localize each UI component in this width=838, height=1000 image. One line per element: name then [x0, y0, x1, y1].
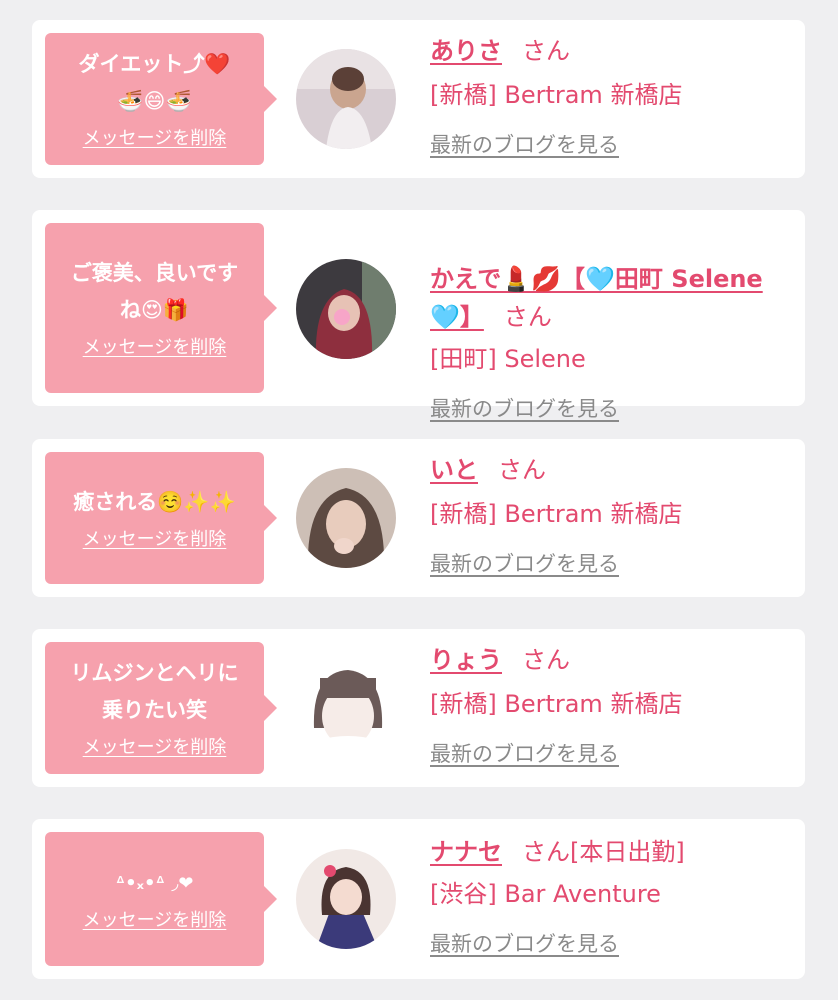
latest-blog-link[interactable]: 最新のブログを見る	[430, 392, 619, 426]
shop-name: [新橋] Bertram 新橋店	[430, 690, 683, 718]
message-card: リムジンとヘリに 乗りたい笑 メッセージを削除 りょう さん [新橋] Bertr…	[32, 629, 805, 787]
cast-info: いと さん [新橋] Bertram 新橋店 最新のブログを見る	[430, 451, 800, 581]
delete-message-link[interactable]: メッセージを削除	[83, 126, 227, 152]
latest-blog-link[interactable]: 最新のブログを見る	[430, 927, 619, 961]
cast-info: ありさ さん [新橋] Bertram 新橋店 最新のブログを見る	[430, 32, 800, 162]
delete-message-link[interactable]: メッセージを削除	[83, 735, 227, 761]
cast-name-line: ありさ さん	[430, 32, 800, 70]
cast-name-link[interactable]: ナナセ	[430, 838, 502, 866]
shop-name: [田町] Selene	[430, 345, 586, 373]
avatar[interactable]	[296, 49, 396, 149]
message-card: ᐞ•ₓ•ᐞ ◞❤︎ メッセージを削除 ナナセ さん[本日出勤] [渋谷] Bar …	[32, 819, 805, 979]
message-bubble: ご褒美、良いです ね😍🎁 メッセージを削除	[45, 223, 277, 393]
cast-info: ナナセ さん[本日出勤] [渋谷] Bar Aventure 最新のブログを見る	[430, 833, 800, 961]
avatar[interactable]	[296, 658, 396, 758]
message-card: ご褒美、良いです ね😍🎁 メッセージを削除 かえで💄💋【🩵田町 Selene 🩵…	[32, 210, 805, 421]
message-bubble: 癒される☺️✨✨ メッセージを削除	[45, 452, 277, 584]
cast-name-link[interactable]: りょう	[430, 646, 502, 674]
cast-name-line: ナナセ さん[本日出勤]	[430, 833, 800, 871]
cast-info: りょう さん [新橋] Bertram 新橋店 最新のブログを見る	[430, 641, 800, 771]
honorific: さん	[522, 37, 570, 65]
cast-name-link[interactable]: かえで💄💋【🩵田町 Selene 🩵】	[430, 265, 763, 331]
cast-name-line: りょう さん	[430, 641, 800, 679]
cast-name-line: いと さん	[430, 451, 800, 489]
message-text: リムジンとヘリに 乗りたい笑	[70, 661, 239, 722]
cast-info: かえで💄💋【🩵田町 Selene 🩵】 さん [田町] Selene 最新のブログ…	[430, 222, 800, 426]
honorific: さん[本日出勤]	[522, 838, 685, 866]
delete-message-link[interactable]: メッセージを削除	[83, 335, 227, 361]
message-bubble: ダイエット⤴︎❤️ 🍜😄🍜 メッセージを削除	[45, 33, 277, 165]
message-bubble: ᐞ•ₓ•ᐞ ◞❤︎ メッセージを削除	[45, 832, 277, 966]
message-text: ダイエット⤴︎❤️ 🍜😄🍜	[78, 52, 231, 113]
honorific: さん	[522, 646, 570, 674]
message-card: 癒される☺️✨✨ メッセージを削除 いと さん [新橋] Bertram 新橋店 …	[32, 439, 805, 597]
cast-name-link[interactable]: ありさ	[430, 37, 502, 65]
shop-name: [新橋] Bertram 新橋店	[430, 81, 683, 109]
latest-blog-link[interactable]: 最新のブログを見る	[430, 737, 619, 771]
message-text: 癒される☺️✨✨	[73, 489, 236, 514]
cast-name-line: かえで💄💋【🩵田町 Selene 🩵】 さん	[430, 222, 800, 336]
cast-name-link[interactable]: いと	[430, 456, 478, 484]
delete-message-link[interactable]: メッセージを削除	[83, 527, 227, 553]
latest-blog-link[interactable]: 最新のブログを見る	[430, 128, 619, 162]
latest-blog-link[interactable]: 最新のブログを見る	[430, 547, 619, 581]
delete-message-link[interactable]: メッセージを削除	[83, 908, 227, 934]
shop-name: [新橋] Bertram 新橋店	[430, 500, 683, 528]
shop-name: [渋谷] Bar Aventure	[430, 880, 661, 908]
message-text: ᐞ•ₓ•ᐞ ◞❤︎	[115, 872, 194, 894]
message-text: ご褒美、良いです ね😍🎁	[70, 261, 239, 322]
avatar[interactable]	[296, 849, 396, 949]
message-bubble: リムジンとヘリに 乗りたい笑 メッセージを削除	[45, 642, 277, 774]
avatar[interactable]	[296, 468, 396, 568]
honorific: さん	[498, 456, 546, 484]
message-list: ダイエット⤴︎❤️ 🍜😄🍜 メッセージを削除 ありさ さん [新橋] Bertra…	[0, 0, 838, 1000]
avatar[interactable]	[296, 259, 396, 359]
message-card: ダイエット⤴︎❤️ 🍜😄🍜 メッセージを削除 ありさ さん [新橋] Bertra…	[32, 20, 805, 178]
honorific: さん	[503, 303, 552, 331]
